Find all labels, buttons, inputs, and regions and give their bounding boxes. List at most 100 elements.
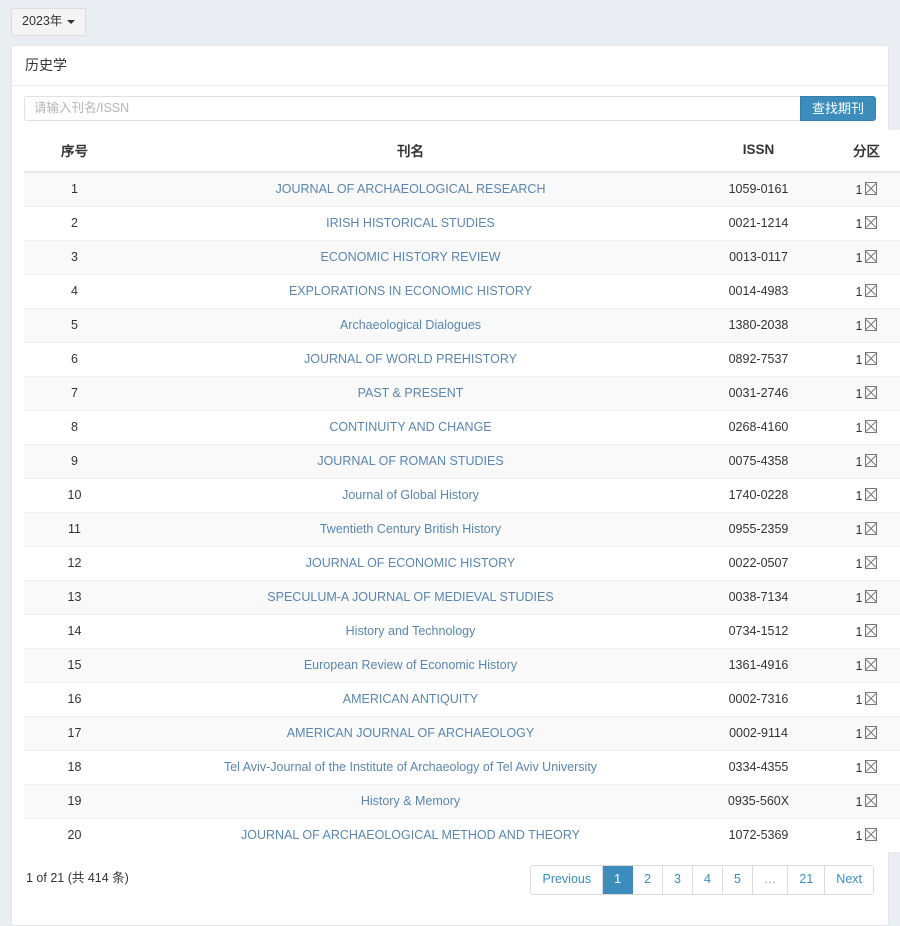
cell-zone: 1: [821, 375, 900, 411]
pagination-ellipsis: …: [752, 865, 789, 894]
journal-title-link[interactable]: SPECULUM-A JOURNAL OF MEDIEVAL STUDIES: [267, 590, 553, 604]
zone-qu-glyph-icon: [865, 589, 878, 603]
zone-qu-glyph-icon: [865, 827, 878, 841]
zone-number: 1: [855, 386, 863, 401]
zone-number: 1: [855, 590, 863, 605]
cell-issn: 1740-0228: [696, 477, 821, 513]
pagination-page-1[interactable]: 1: [603, 865, 634, 894]
cell-zone: 1: [821, 273, 900, 309]
cell-journal-title: European Review of Economic History: [125, 647, 696, 683]
cell-issn: 0002-7316: [696, 681, 821, 717]
cell-sequence: 7: [24, 375, 125, 411]
cell-sequence: 3: [24, 239, 125, 275]
table-row: 7 PAST & PRESENT 0031-2746 1: [24, 375, 900, 411]
table-row: 2 IRISH HISTORICAL STUDIES 0021-1214 1: [24, 205, 900, 241]
panel-body: 查找期刊 序号 刊名 ISSN 分区 1 JOURNAL OF ARCHAEOLO…: [12, 86, 900, 925]
zone-number: 1: [855, 420, 863, 435]
cell-journal-title: AMERICAN JOURNAL OF ARCHAEOLOGY: [125, 715, 696, 751]
journal-title-link[interactable]: History and Technology: [346, 624, 476, 638]
zone-number: 1: [855, 726, 863, 741]
journal-title-link[interactable]: IRISH HISTORICAL STUDIES: [326, 216, 495, 230]
zone-number: 1: [855, 454, 863, 469]
pagination-page-4[interactable]: 4: [692, 865, 723, 894]
cell-issn: 0935-560X: [696, 783, 821, 819]
journal-title-link[interactable]: CONTINUITY AND CHANGE: [329, 420, 491, 434]
cell-sequence: 14: [24, 613, 125, 649]
cell-issn: 0014-4983: [696, 273, 821, 309]
zone-number: 1: [855, 488, 863, 503]
zone-number: 1: [855, 624, 863, 639]
journal-title-link[interactable]: JOURNAL OF WORLD PREHISTORY: [304, 352, 517, 366]
journal-title-link[interactable]: AMERICAN JOURNAL OF ARCHAEOLOGY: [287, 726, 535, 740]
journal-title-link[interactable]: JOURNAL OF ARCHAEOLOGICAL RESEARCH: [276, 182, 546, 196]
table-row: 9 JOURNAL OF ROMAN STUDIES 0075-4358 1: [24, 443, 900, 479]
cell-zone: 1: [821, 817, 900, 852]
cell-zone: 1: [821, 579, 900, 615]
cell-journal-title: PAST & PRESENT: [125, 375, 696, 411]
cell-zone: 1: [821, 511, 900, 547]
table-body: 1 JOURNAL OF ARCHAEOLOGICAL RESEARCH 1059-…: [24, 171, 900, 852]
cell-issn: 0038-7134: [696, 579, 821, 615]
journal-title-link[interactable]: AMERICAN ANTIQUITY: [343, 692, 478, 706]
cell-zone: 1: [821, 205, 900, 241]
journal-title-link[interactable]: European Review of Economic History: [304, 658, 517, 672]
pagination-page-2[interactable]: 2: [633, 865, 664, 894]
cell-sequence: 1: [24, 171, 125, 207]
journal-title-link[interactable]: Archaeological Dialogues: [340, 318, 481, 332]
zone-qu-glyph-icon: [865, 385, 878, 399]
journal-title-link[interactable]: Tel Aviv-Journal of the Institute of Arc…: [224, 760, 597, 774]
zone-qu-glyph-icon: [865, 215, 878, 229]
journal-title-link[interactable]: ECONOMIC HISTORY REVIEW: [321, 250, 501, 264]
table-footer: 1 of 21 (共 414 条) Previous 1 2 3 4 5… 21 Next: [24, 852, 876, 925]
table-header-row: 序号 刊名 ISSN 分区: [24, 129, 900, 173]
year-dropdown[interactable]: 2023年: [11, 8, 87, 36]
cell-issn: 0013-0117: [696, 239, 821, 275]
cell-sequence: 9: [24, 443, 125, 479]
journal-title-link[interactable]: History & Memory: [361, 794, 460, 808]
pagination-page-5[interactable]: 5: [722, 865, 753, 894]
journal-title-link[interactable]: JOURNAL OF ECONOMIC HISTORY: [306, 556, 516, 570]
table-row: 12 JOURNAL OF ECONOMIC HISTORY 0022-0507 1: [24, 545, 900, 581]
zone-number: 1: [855, 352, 863, 367]
cell-journal-title: JOURNAL OF ARCHAEOLOGICAL RESEARCH: [125, 171, 696, 207]
cell-issn: 0734-1512: [696, 613, 821, 649]
cell-sequence: 10: [24, 477, 125, 513]
journal-title-link[interactable]: PAST & PRESENT: [358, 386, 464, 400]
cell-zone: 1: [821, 545, 900, 581]
cell-issn: 0075-4358: [696, 443, 821, 479]
journal-title-link[interactable]: JOURNAL OF ARCHAEOLOGICAL METHOD AND THE…: [241, 828, 580, 842]
journal-title-link[interactable]: Journal of Global History: [342, 488, 479, 502]
pagination-next[interactable]: Next: [825, 865, 873, 894]
cell-journal-title: Tel Aviv-Journal of the Institute of Arc…: [125, 749, 696, 785]
pagination-page-21[interactable]: 21: [788, 865, 826, 894]
cell-zone: 1: [821, 239, 900, 275]
cell-issn: 0892-7537: [696, 341, 821, 377]
table-row: 4 EXPLORATIONS IN ECONOMIC HISTORY 0014-49…: [24, 273, 900, 309]
zone-number: 1: [855, 556, 863, 571]
cell-zone: 1: [821, 715, 900, 751]
cell-sequence: 5: [24, 307, 125, 343]
table-row: 15 European Review of Economic History 136…: [24, 647, 900, 683]
cell-sequence: 17: [24, 715, 125, 751]
chevron-down-icon: [67, 19, 76, 24]
journal-title-link[interactable]: EXPLORATIONS IN ECONOMIC HISTORY: [289, 284, 532, 298]
search-input[interactable]: [24, 95, 800, 121]
pagination-previous[interactable]: Previous: [531, 865, 604, 894]
journal-title-link[interactable]: JOURNAL OF ROMAN STUDIES: [317, 454, 503, 468]
zone-number: 1: [855, 182, 863, 197]
table-row: 6 JOURNAL OF WORLD PREHISTORY 0892-7537 1: [24, 341, 900, 377]
table-row: 17 AMERICAN JOURNAL OF ARCHAEOLOGY 0002-91…: [24, 715, 900, 751]
table-row: 3 ECONOMIC HISTORY REVIEW 0013-0117 1: [24, 239, 900, 275]
zone-number: 1: [855, 828, 863, 843]
table-row: 14 History and Technology 0734-1512 1: [24, 613, 900, 649]
zone-qu-glyph-icon: [865, 521, 878, 535]
cell-issn: 1361-4916: [696, 647, 821, 683]
journal-title-link[interactable]: Twentieth Century British History: [320, 522, 501, 536]
cell-issn: 0268-4160: [696, 409, 821, 445]
year-dropdown-label: 2023年: [22, 14, 63, 28]
search-journal-button[interactable]: 查找期刊: [799, 95, 876, 121]
zone-number: 1: [855, 318, 863, 333]
pagination-page-3[interactable]: 3: [663, 865, 693, 894]
journal-panel: 历史学 查找期刊 序号 刊名 ISSN 分区 1J: [11, 45, 900, 926]
table-header: 序号 刊名 ISSN 分区: [24, 129, 900, 173]
